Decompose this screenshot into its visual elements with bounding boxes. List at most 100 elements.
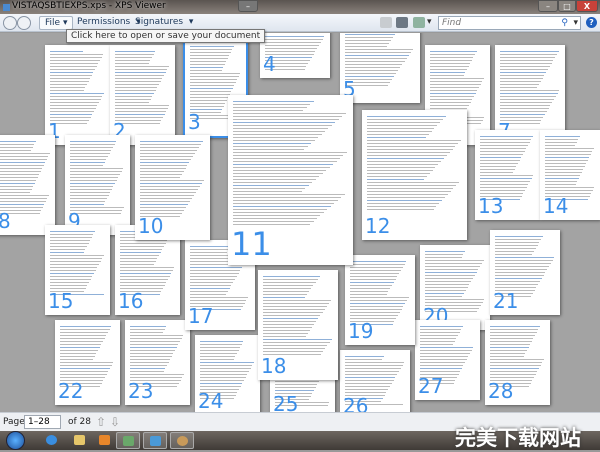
file-menu[interactable]: File ▾ <box>39 16 74 30</box>
text-line <box>263 330 310 331</box>
forward-button[interactable] <box>17 16 31 30</box>
start-button[interactable] <box>6 431 25 450</box>
taskbar-media-player[interactable] <box>93 432 117 449</box>
document-thumbnail-view[interactable]: 1234567891011121314151617181920212223242… <box>0 33 600 412</box>
page-thumbnail[interactable]: 10 <box>135 135 210 240</box>
taskbar-xps-viewer[interactable] <box>143 432 167 449</box>
taskbar-app-1[interactable] <box>116 432 140 449</box>
page-number: 14 <box>543 194 569 218</box>
text-line <box>140 168 186 169</box>
page-thumbnail[interactable]: 24 <box>195 335 260 412</box>
page-thumbnail[interactable]: 27 <box>415 320 480 400</box>
watermark: 完美下载网站 <box>455 426 581 450</box>
page-thumbnail[interactable]: 5 <box>340 33 420 103</box>
taskbar-internet-explorer[interactable] <box>40 432 64 449</box>
text-line <box>140 192 196 193</box>
text-line <box>490 326 541 327</box>
back-button[interactable] <box>3 16 17 30</box>
text-line <box>265 36 325 37</box>
chevron-down-icon[interactable]: ▾ <box>573 17 578 29</box>
next-page-arrow-icon[interactable]: ⇩ <box>110 415 120 429</box>
text-line <box>545 139 578 140</box>
page-thumbnail[interactable]: 2 <box>110 45 175 145</box>
text-line <box>490 377 534 378</box>
minimize-button[interactable]: – <box>238 0 258 12</box>
page-thumbnail[interactable]: 1 <box>45 45 110 145</box>
page-number: 26 <box>343 394 369 412</box>
search-icon[interactable]: ⚲ <box>561 17 568 29</box>
text-line <box>500 81 541 82</box>
folder-icon <box>74 435 85 445</box>
text-line <box>120 282 167 283</box>
page-thumbnail[interactable]: 14 <box>540 130 600 220</box>
text-line <box>350 267 403 268</box>
text-line <box>545 154 591 155</box>
page-thumbnail[interactable]: 11 <box>228 95 353 265</box>
page-thumbnail[interactable]: 13 <box>475 130 540 220</box>
text-line <box>0 147 33 148</box>
taskbar-explorer[interactable] <box>68 432 92 449</box>
signatures-menu[interactable]: Signatures ▾ <box>130 16 198 30</box>
page-thumbnail[interactable]: 4 <box>260 33 330 78</box>
text-line <box>430 105 470 106</box>
internet-explorer-icon <box>46 435 57 445</box>
page-thumbnail[interactable]: 9 <box>65 135 130 235</box>
page-thumbnail[interactable]: 23 <box>125 320 190 405</box>
text-line <box>420 344 453 345</box>
text-line <box>367 203 440 204</box>
chevron-down-icon[interactable]: ▾ <box>427 17 432 27</box>
outline-pane-icon[interactable] <box>380 17 392 28</box>
page-thumbnail[interactable]: 22 <box>55 320 120 405</box>
text-line <box>367 161 442 162</box>
page-thumbnail[interactable]: 26 <box>340 350 410 412</box>
text-line <box>430 81 483 82</box>
text-line <box>430 90 478 91</box>
text-line <box>115 66 169 67</box>
text-line <box>130 377 183 378</box>
page-thumbnail[interactable]: 19 <box>345 255 415 345</box>
close-button[interactable]: X <box>576 0 598 12</box>
text-line <box>115 51 156 52</box>
page-thumbnail[interactable]: 15 <box>45 225 110 315</box>
text-line <box>140 186 200 187</box>
page-number-input[interactable]: 1–28 <box>24 415 61 429</box>
text-line <box>115 108 168 109</box>
page-number: 4 <box>263 52 276 76</box>
text-line <box>190 94 230 95</box>
text-line <box>430 60 472 61</box>
text-line <box>190 267 243 268</box>
find-input[interactable]: Find ⚲ ▾ <box>438 16 581 30</box>
text-line <box>495 266 549 267</box>
page-thumbnail[interactable]: 21 <box>490 230 560 315</box>
text-line <box>50 255 104 256</box>
page-thumbnail[interactable]: 8 <box>0 135 55 235</box>
text-line <box>233 203 335 204</box>
text-line <box>60 329 110 330</box>
minimize-button-right[interactable]: – <box>538 0 558 12</box>
page-thumbnail[interactable]: 12 <box>362 110 467 240</box>
text-line <box>430 108 468 109</box>
page-thumbnail[interactable]: 20 <box>420 245 490 330</box>
text-line <box>420 356 469 357</box>
text-line <box>430 51 477 52</box>
text-line <box>420 362 466 363</box>
taskbar-app-2[interactable] <box>170 432 194 449</box>
text-line <box>345 55 409 56</box>
text-line <box>140 207 187 208</box>
print-icon[interactable] <box>396 17 408 28</box>
text-line <box>0 198 47 199</box>
page-thumbnail[interactable]: 18 <box>258 270 338 380</box>
text-line <box>50 252 84 253</box>
maximize-button[interactable]: □ <box>558 0 576 12</box>
text-line <box>50 261 101 262</box>
help-button[interactable]: ? <box>586 17 597 28</box>
text-line <box>190 294 226 295</box>
page-number: 8 <box>0 209 11 233</box>
text-line <box>50 87 86 88</box>
page-thumbnail[interactable]: 28 <box>485 320 550 405</box>
text-line <box>140 198 192 199</box>
view-mode-icon[interactable] <box>413 17 425 28</box>
text-line <box>425 281 472 282</box>
previous-page-arrow-icon[interactable]: ⇧ <box>96 415 106 429</box>
text-line <box>367 173 430 174</box>
